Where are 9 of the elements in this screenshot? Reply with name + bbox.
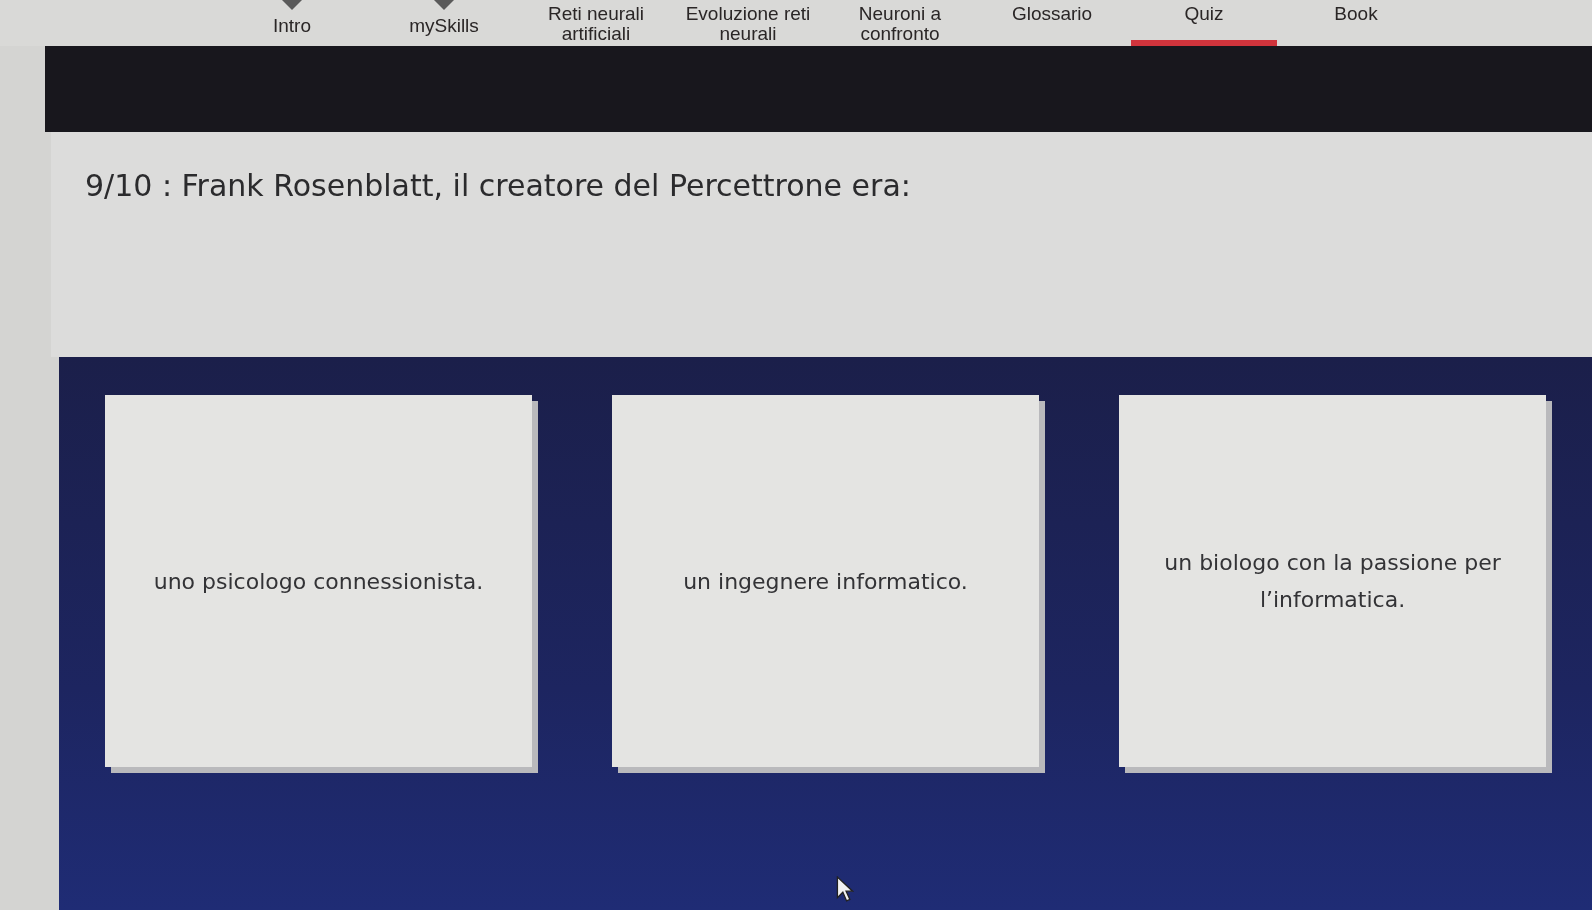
nav-tab[interactable]: Evoluzione reti neurali: [675, 0, 821, 46]
nav-tab[interactable]: Neuroni a confronto: [827, 0, 973, 46]
nav-tab[interactable]: mySkills: [371, 0, 517, 46]
mouse-pointer-icon: [836, 876, 854, 902]
nav-tab[interactable]: Intro: [219, 0, 365, 46]
nav-tab[interactable]: Book: [1283, 0, 1429, 46]
nav-tab[interactable]: Glossario: [979, 0, 1125, 46]
question-text: 9/10 : Frank Rosenblatt, il creatore del Percettrone era:: [85, 168, 912, 203]
nav-tab[interactable]: Reti neurali artificiali: [523, 0, 669, 46]
